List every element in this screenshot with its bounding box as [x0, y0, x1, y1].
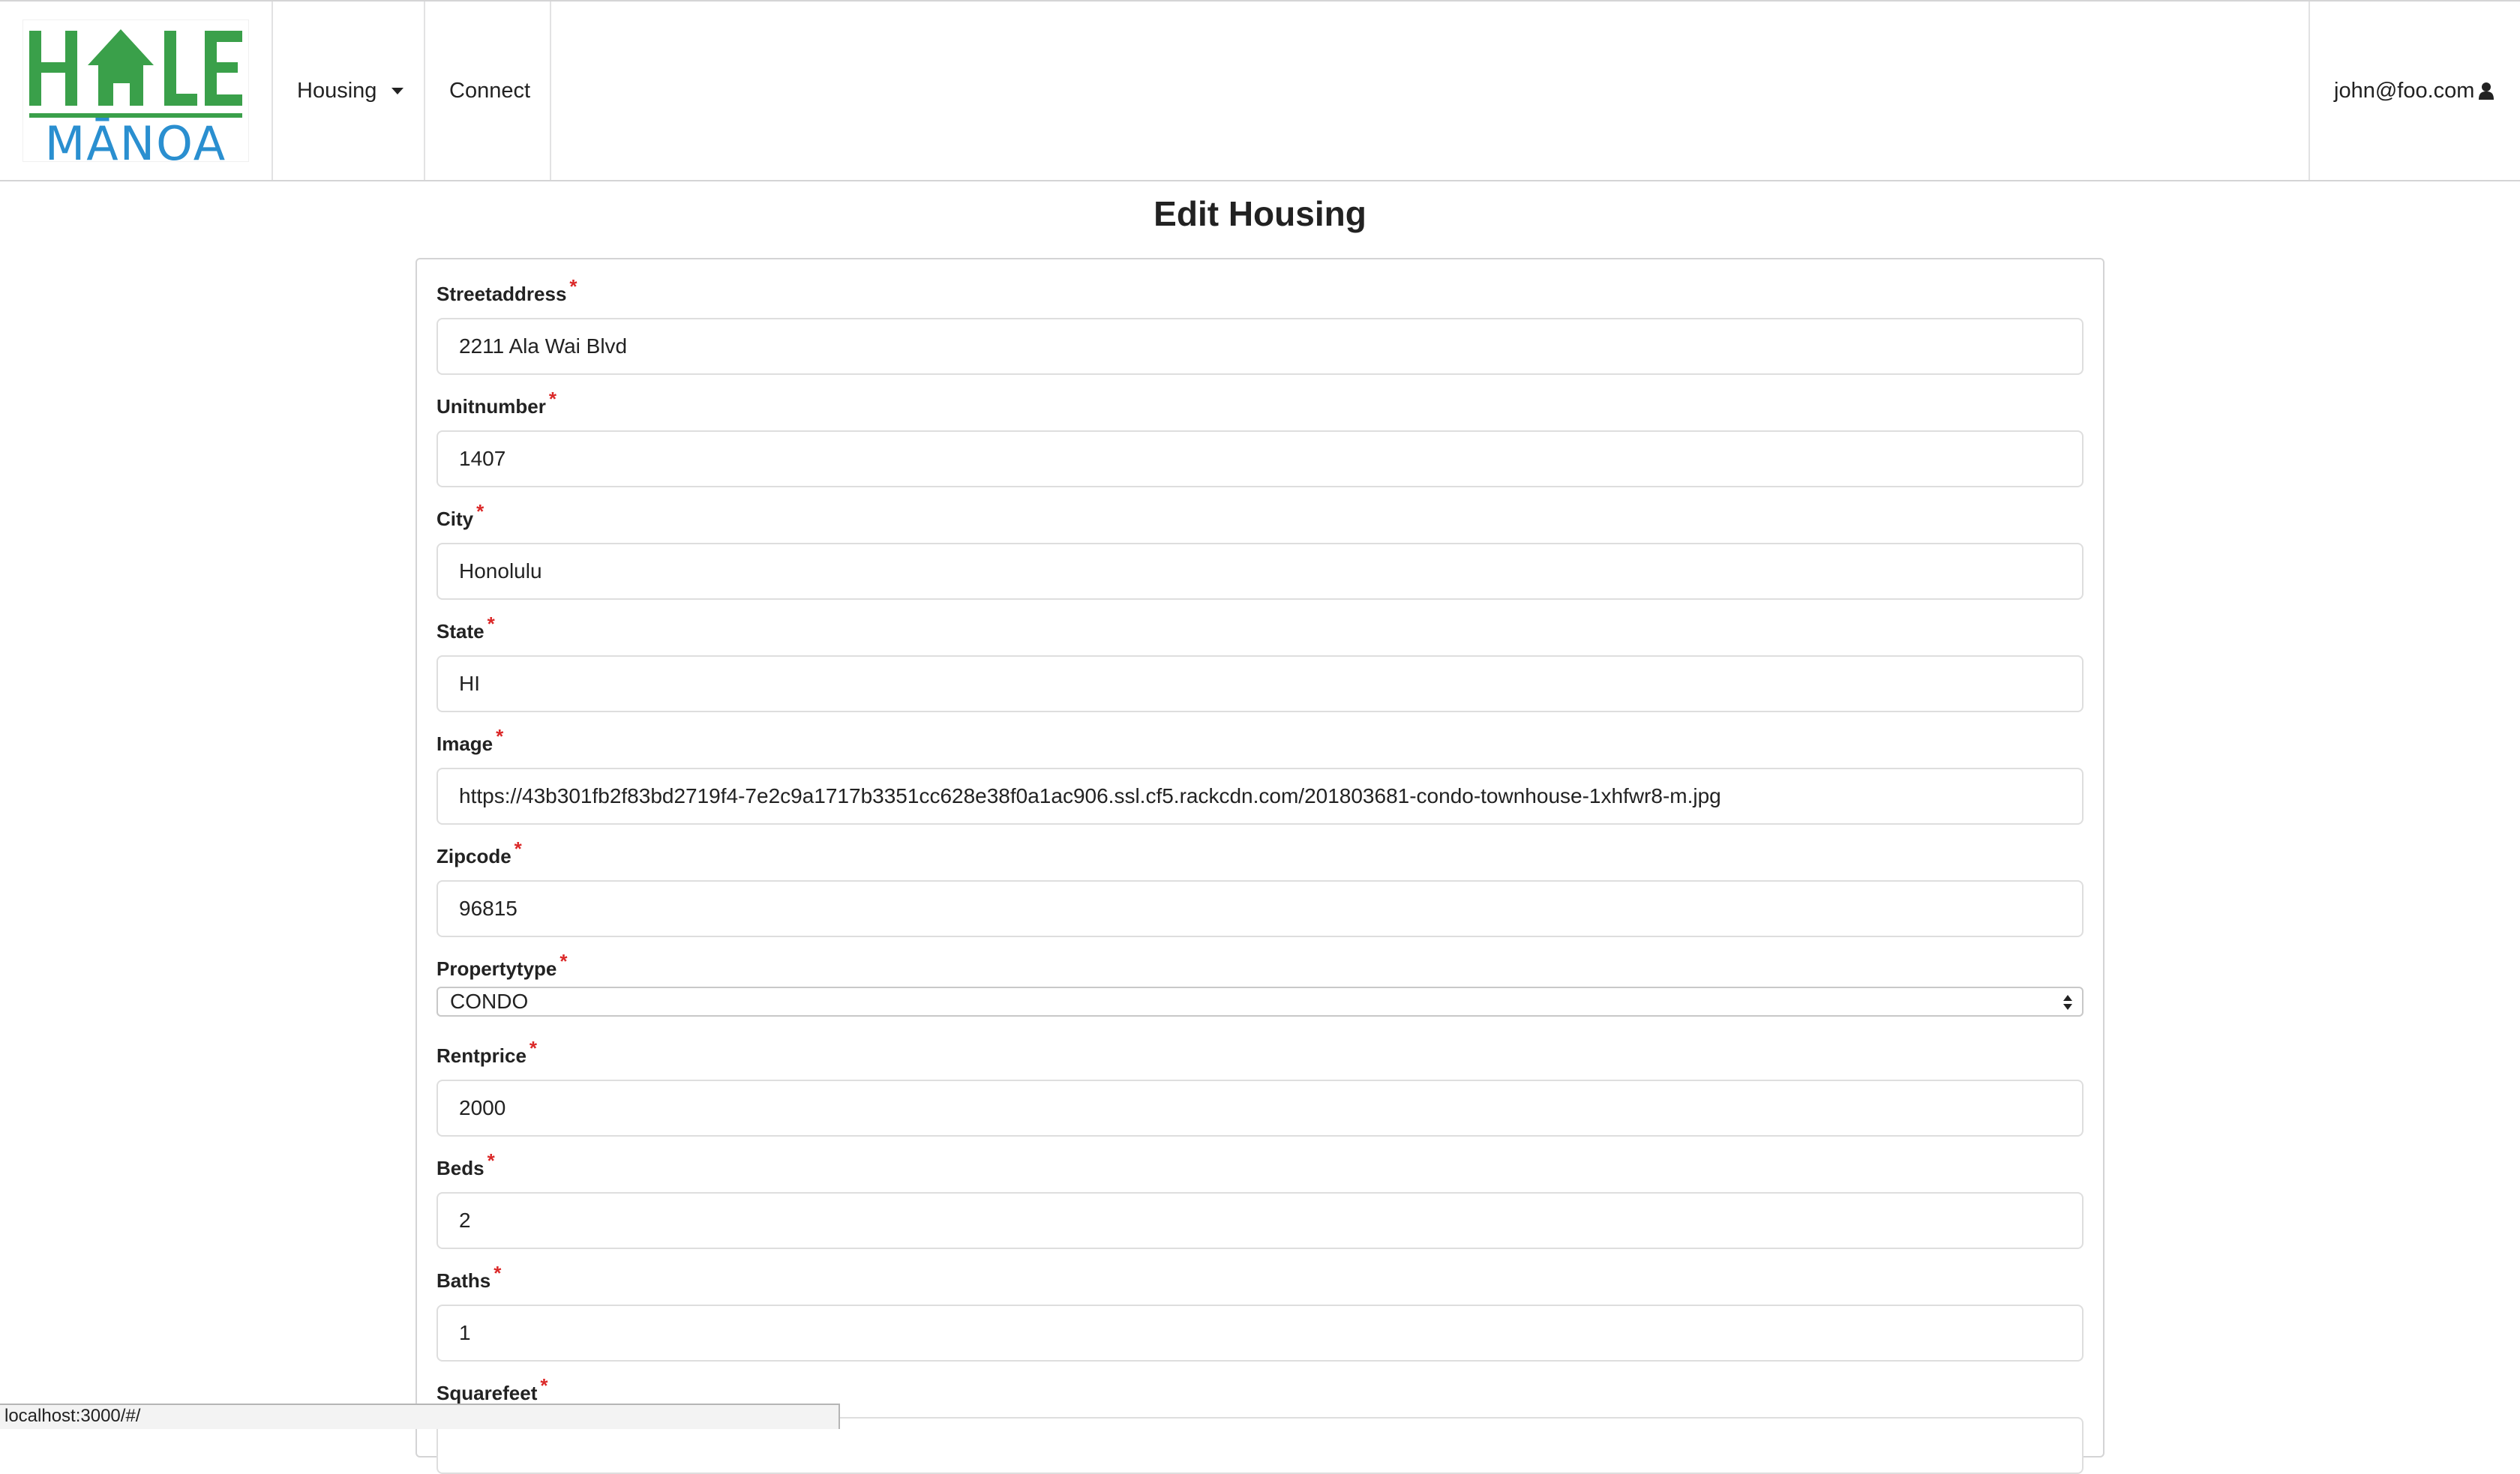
field-rentprice: Rentprice * 2000 — [436, 1037, 2084, 1137]
browser-status-url: localhost:3000/#/ — [0, 1404, 840, 1429]
field-label: Unitnumber — [436, 395, 546, 418]
nav-connect-link[interactable]: Connect — [425, 1, 551, 180]
field-beds: Beds * 2 — [436, 1149, 2084, 1249]
nav-housing-label: Housing — [297, 78, 377, 103]
field-propertytype: Propertytype * CONDO — [436, 950, 2084, 1017]
required-marker: * — [476, 500, 484, 523]
field-label: Baths — [436, 1269, 491, 1292]
required-marker: * — [487, 1149, 495, 1172]
logo-link[interactable]: MĀNOA — [0, 1, 273, 180]
field-zipcode: Zipcode * 96815 — [436, 837, 2084, 937]
user-icon — [2479, 82, 2494, 100]
user-email: john@foo.com — [2334, 78, 2475, 103]
page-title: Edit Housing — [1154, 194, 1366, 233]
baths-input[interactable]: 1 — [436, 1305, 2084, 1362]
required-marker: * — [560, 950, 568, 972]
field-label: Squarefeet — [436, 1382, 538, 1404]
field-unitnumber: Unitnumber * 1407 — [436, 388, 2084, 487]
field-label: City — [436, 508, 474, 530]
required-marker: * — [496, 725, 504, 747]
required-marker: * — [514, 837, 522, 860]
field-label: Propertytype — [436, 957, 557, 980]
required-marker: * — [529, 1037, 538, 1059]
select-arrows-icon — [2063, 995, 2072, 1010]
caret-down-icon — [392, 87, 404, 94]
propertytype-selected-value: CONDO — [450, 990, 529, 1013]
field-baths: Baths * 1 — [436, 1262, 2084, 1362]
nav-connect-label: Connect — [449, 78, 531, 103]
state-input[interactable]: HI — [436, 655, 2084, 712]
required-marker: * — [540, 1374, 548, 1397]
rentprice-input[interactable]: 2000 — [436, 1080, 2084, 1137]
user-menu[interactable]: john@foo.com — [2308, 1, 2520, 180]
field-streetaddress: Streetaddress * 2211 Ala Wai Blvd — [436, 275, 2084, 375]
streetaddress-input[interactable]: 2211 Ala Wai Blvd — [436, 318, 2084, 375]
city-input[interactable]: Honolulu — [436, 543, 2084, 600]
edit-housing-form: Streetaddress * 2211 Ala Wai Blvd Unitnum… — [416, 258, 2104, 1474]
field-label: Zipcode — [436, 845, 512, 867]
top-navbar: MĀNOA Housing Connect john@foo.com — [0, 0, 2520, 181]
propertytype-select[interactable]: CONDO — [436, 987, 2084, 1017]
required-marker: * — [569, 275, 578, 298]
required-marker: * — [487, 613, 495, 635]
required-marker: * — [494, 1262, 502, 1284]
logo-manoa-text: MĀNOA — [44, 116, 227, 171]
required-marker: * — [548, 388, 557, 410]
beds-input[interactable]: 2 — [436, 1192, 2084, 1249]
field-label: State — [436, 620, 484, 643]
field-image: Image * https://43b301fb2f83bd2719f4-7e2c… — [436, 725, 2084, 825]
image-url-input[interactable]: https://43b301fb2f83bd2719f4-7e2c9a1717b… — [436, 768, 2084, 825]
field-city: City * Honolulu — [436, 500, 2084, 600]
logo-house-icon — [29, 29, 242, 106]
zipcode-input[interactable]: 96815 — [436, 880, 2084, 937]
field-label: Image — [436, 733, 494, 755]
field-state: State * HI — [436, 613, 2084, 712]
field-label: Streetaddress — [436, 283, 567, 305]
field-label: Rentprice — [436, 1044, 526, 1067]
nav-housing-dropdown[interactable]: Housing — [273, 1, 425, 180]
hale-manoa-logo: MĀNOA — [23, 20, 248, 171]
field-label: Beds — [436, 1157, 484, 1179]
unitnumber-input[interactable]: 1407 — [436, 430, 2084, 487]
